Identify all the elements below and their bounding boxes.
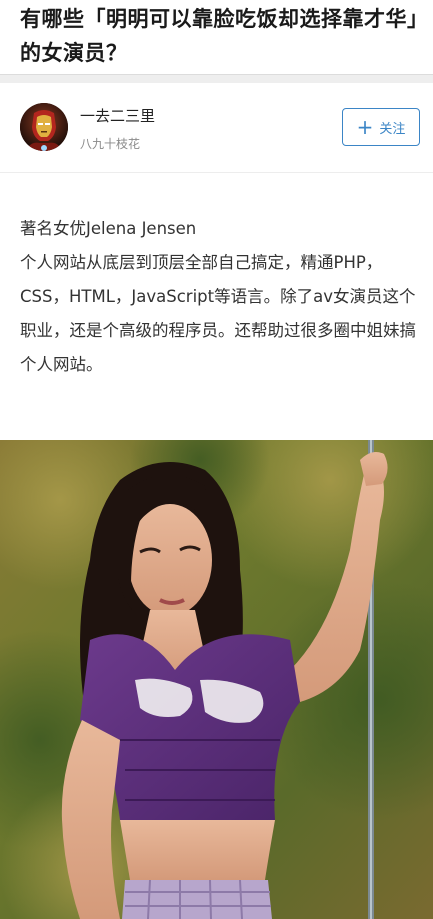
answer-body: 著名女优Jelena Jensen 个人网站从底层到顶层全部自己搞定，精通PHP… [20, 212, 420, 382]
follow-button[interactable]: + 关注 [342, 108, 420, 146]
answer-line: 著名女优Jelena Jensen [20, 219, 197, 238]
question-title[interactable]: 有哪些「明明可以靠脸吃饭却选择靠才华」的女演员？ [20, 2, 420, 70]
photo-image [0, 440, 433, 919]
avatar[interactable] [20, 103, 68, 151]
author-row[interactable]: 一去二三里 八九十枝花 + 关注 [0, 83, 433, 173]
author-name[interactable]: 一去二三里 [80, 105, 155, 126]
plus-icon: + [356, 115, 374, 139]
iron-man-avatar-icon [20, 103, 68, 151]
answer-photo[interactable] [0, 440, 433, 919]
question-header: 有哪些「明明可以靠脸吃饭却选择靠才华」的女演员？ [0, 0, 433, 74]
section-divider [0, 74, 433, 83]
author-bio: 八九十枝花 [80, 137, 141, 151]
follow-label: 关注 [379, 121, 406, 137]
answer-line: 个人网站从底层到顶层全部自己搞定，精通PHP，CSS，HTML，JavaScri… [20, 253, 416, 374]
answer-page: 有哪些「明明可以靠脸吃饭却选择靠才华」的女演员？ 一去二三里 八九十枝花 + 关… [0, 0, 433, 919]
